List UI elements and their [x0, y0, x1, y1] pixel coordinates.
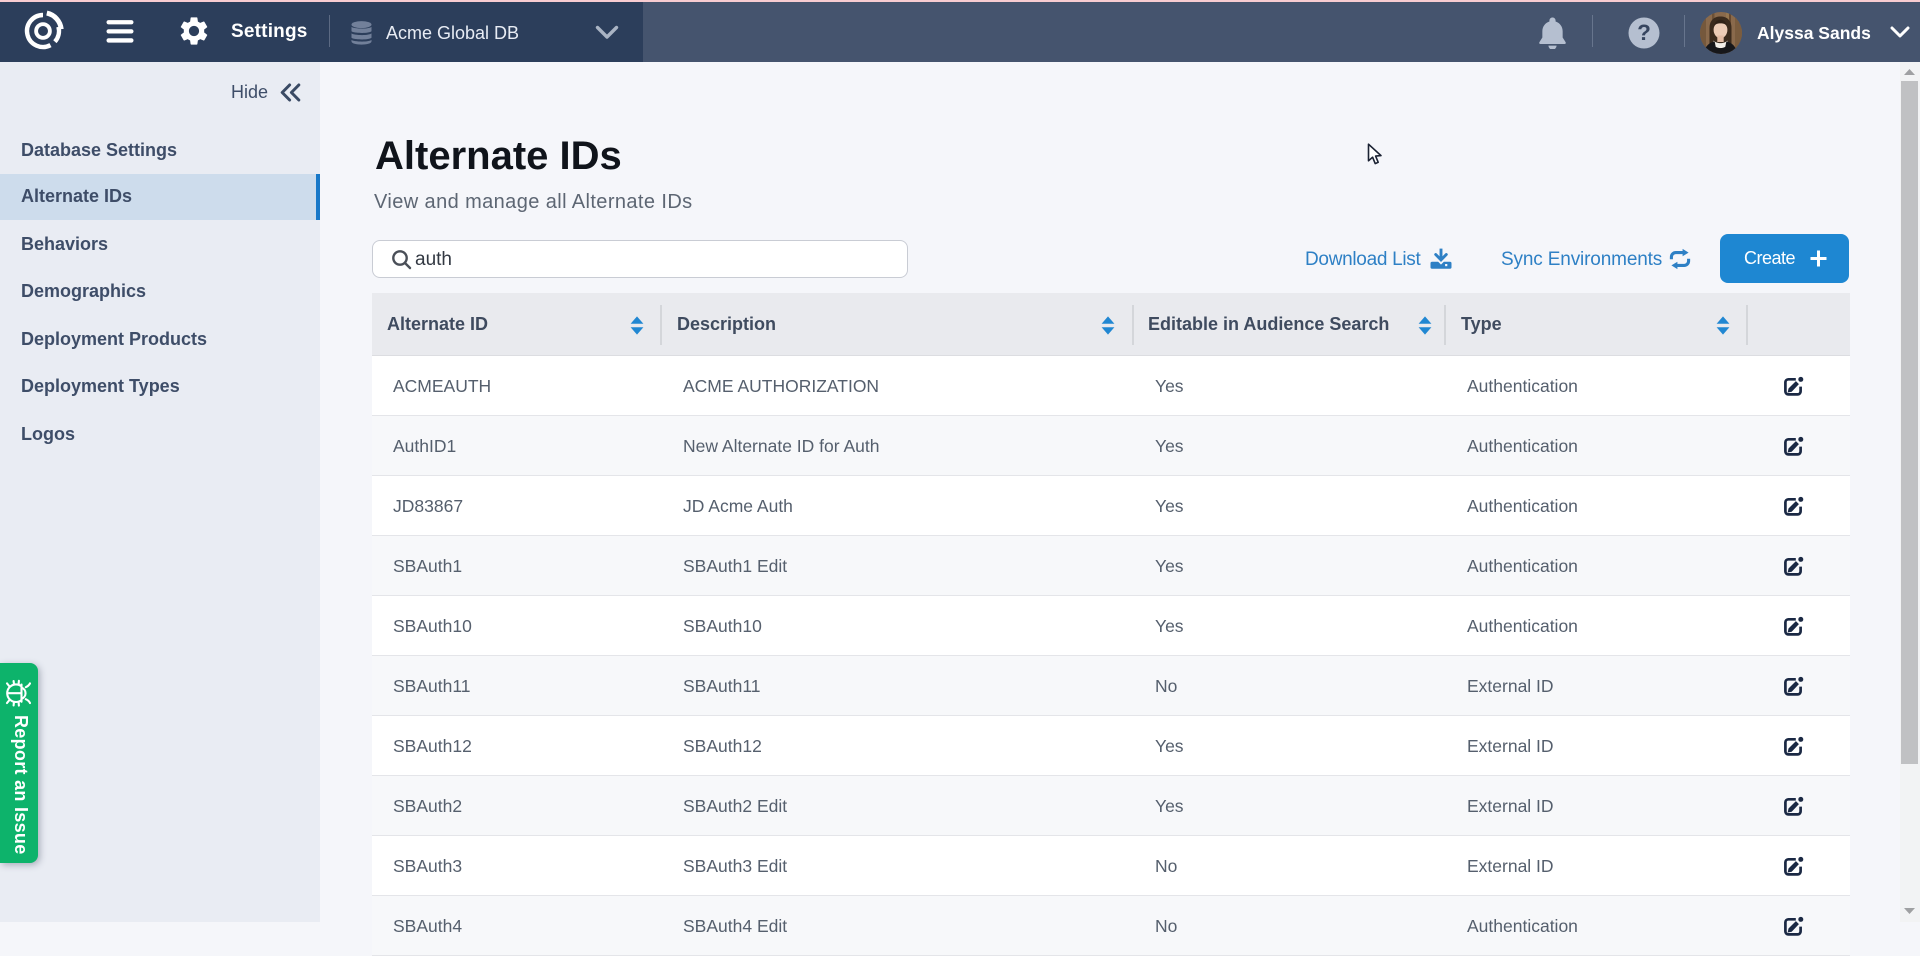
svg-text:?: ?	[1637, 20, 1651, 45]
